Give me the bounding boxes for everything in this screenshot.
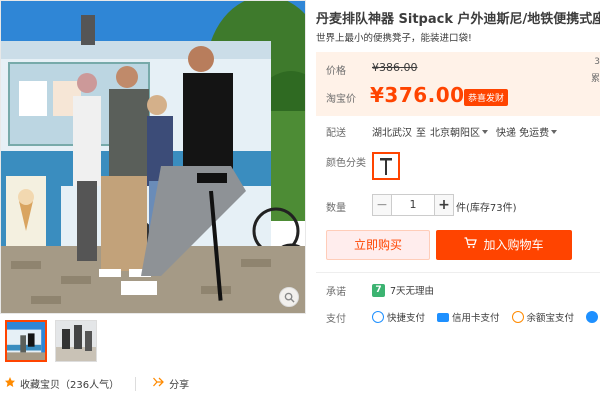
- delivery-method-select[interactable]: 快递 免运费: [496, 124, 561, 139]
- thumbnail-1-image: [7, 322, 45, 360]
- delivery-label: 配送: [326, 128, 346, 139]
- quantity-row: 数量 − 1 + 件(库存73件): [316, 194, 600, 218]
- delivery-method: 快递 免运费: [496, 128, 550, 139]
- add-to-cart-button[interactable]: 加入购物车: [436, 230, 572, 260]
- delivery-to-word: 至: [416, 128, 426, 139]
- payment-label: 支付: [326, 314, 346, 325]
- cumulative-label-edge: 累: [590, 74, 600, 84]
- color-label: 颜色分类: [326, 158, 366, 169]
- delivery-row: 配送 湖北武汉 至 北京朝阳区 快递 免运费: [316, 124, 600, 142]
- zoom-icon[interactable]: [279, 287, 299, 307]
- product-subtitle: 世界上最小的便携凳子，能装进口袋!: [316, 33, 472, 44]
- thumbnail-2-image: [56, 321, 96, 361]
- promo-price-label: 淘宝价: [326, 94, 356, 105]
- share-button[interactable]: 分享: [152, 376, 189, 391]
- favorite-label: 收藏宝贝（236人气）: [20, 380, 120, 391]
- section-divider: [316, 272, 600, 273]
- product-main-image[interactable]: [0, 0, 306, 314]
- credit-card-icon: [437, 312, 450, 322]
- promise-info[interactable]: 7 7天无理由: [372, 283, 434, 297]
- share-icon: [152, 376, 165, 391]
- payment-row: 支付 快捷支付 信用卡支付 余额宝支付: [316, 310, 600, 326]
- delivery-info: 湖北武汉 至 北京朝阳区 快递 免运费: [372, 124, 561, 139]
- quantity-stepper: − 1 +: [372, 194, 454, 216]
- star-icon: [4, 376, 16, 391]
- thumbnail-strip: [5, 320, 97, 362]
- promise-text: 7天无理由: [390, 286, 435, 297]
- quick-pay-icon: [372, 311, 384, 323]
- quantity-increase-button[interactable]: +: [434, 194, 454, 216]
- yuebao-icon: [511, 311, 524, 323]
- chevron-down-icon: [482, 129, 488, 134]
- promo-price: ¥376.00: [370, 83, 465, 107]
- payment-method-yuebao[interactable]: 余额宝支付: [511, 310, 575, 324]
- thumbnail-2[interactable]: [55, 320, 97, 362]
- buy-now-button[interactable]: 立即购买: [326, 230, 430, 260]
- payment-method-yuebao-label: 余额宝支付: [526, 313, 575, 324]
- quantity-input[interactable]: 1: [392, 194, 434, 216]
- sales-count-edge: 3: [594, 57, 600, 67]
- delivery-destination-select[interactable]: 北京朝阳区: [430, 124, 492, 139]
- more-payment-icon[interactable]: [586, 311, 599, 323]
- delivery-from: 湖北武汉: [372, 128, 412, 139]
- delivery-destination: 北京朝阳区: [430, 128, 480, 139]
- footer-actions: 收藏宝贝（236人气） 分享: [4, 376, 189, 391]
- favorite-button[interactable]: 收藏宝贝（236人气）: [4, 376, 119, 391]
- seven-day-return-icon: 7: [372, 283, 385, 297]
- product-title: 丹麦排队神器 Sitpack 户外迪斯尼/地铁便携式座椅: [316, 12, 600, 27]
- payment-methods: 快捷支付 信用卡支付 余额宝支付: [372, 310, 599, 324]
- chevron-down-icon: [551, 129, 558, 134]
- payment-method-credit-label: 信用卡支付: [452, 313, 500, 324]
- promise-label: 承诺: [326, 287, 346, 298]
- add-to-cart-label: 加入购物车: [483, 238, 544, 252]
- promise-row: 承诺 7 7天无理由: [316, 283, 600, 299]
- sitpack-stool-icon: [380, 158, 392, 175]
- thumbnail-1[interactable]: [5, 320, 47, 362]
- quantity-decrease-button[interactable]: −: [372, 194, 392, 216]
- original-price-label: 价格: [326, 66, 346, 77]
- share-label: 分享: [169, 380, 190, 391]
- color-option-selected[interactable]: [372, 152, 400, 180]
- stock-info: 件(库存73件): [456, 203, 517, 214]
- payment-method-quick-label: 快捷支付: [387, 313, 426, 324]
- payment-method-quick[interactable]: 快捷支付: [372, 310, 425, 324]
- quantity-label: 数量: [326, 203, 346, 214]
- product-photo: [1, 1, 305, 313]
- footer-divider: [135, 376, 137, 391]
- price-box: 价格 ¥386.00 淘宝价 ¥376.00 恭喜发财 3 累: [316, 52, 600, 116]
- cart-icon: [464, 230, 478, 260]
- promo-badge: 恭喜发财: [464, 89, 509, 106]
- original-price: ¥386.00: [372, 61, 418, 74]
- color-row: 颜色分类: [316, 152, 600, 186]
- payment-method-credit[interactable]: 信用卡支付: [437, 310, 500, 324]
